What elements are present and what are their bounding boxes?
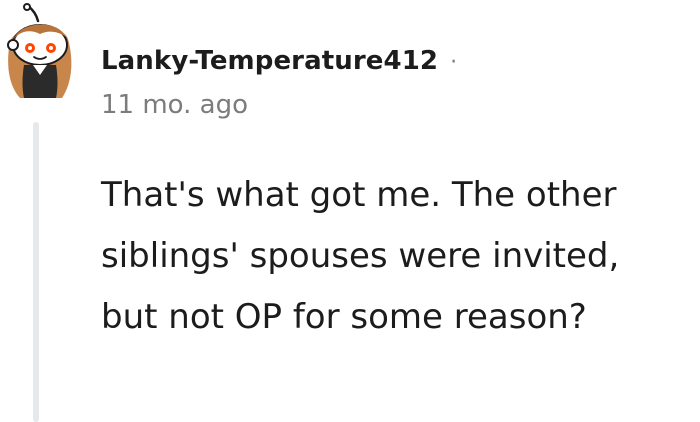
snoo-avatar-icon[interactable] [0, 3, 78, 99]
comment: Lanky-Temperature412 · 11 mo. ago That's… [0, 0, 700, 422]
comment-body: That's what got me. The other siblings' … [101, 175, 620, 337]
thread-line[interactable] [33, 122, 39, 422]
separator-dot: · [450, 49, 458, 75]
comment-header: Lanky-Temperature412 · 11 mo. ago [101, 44, 457, 120]
comment-timestamp[interactable]: 11 mo. ago [101, 90, 457, 120]
author-row: Lanky-Temperature412 · [101, 44, 457, 78]
author-username[interactable]: Lanky-Temperature412 [101, 46, 438, 76]
